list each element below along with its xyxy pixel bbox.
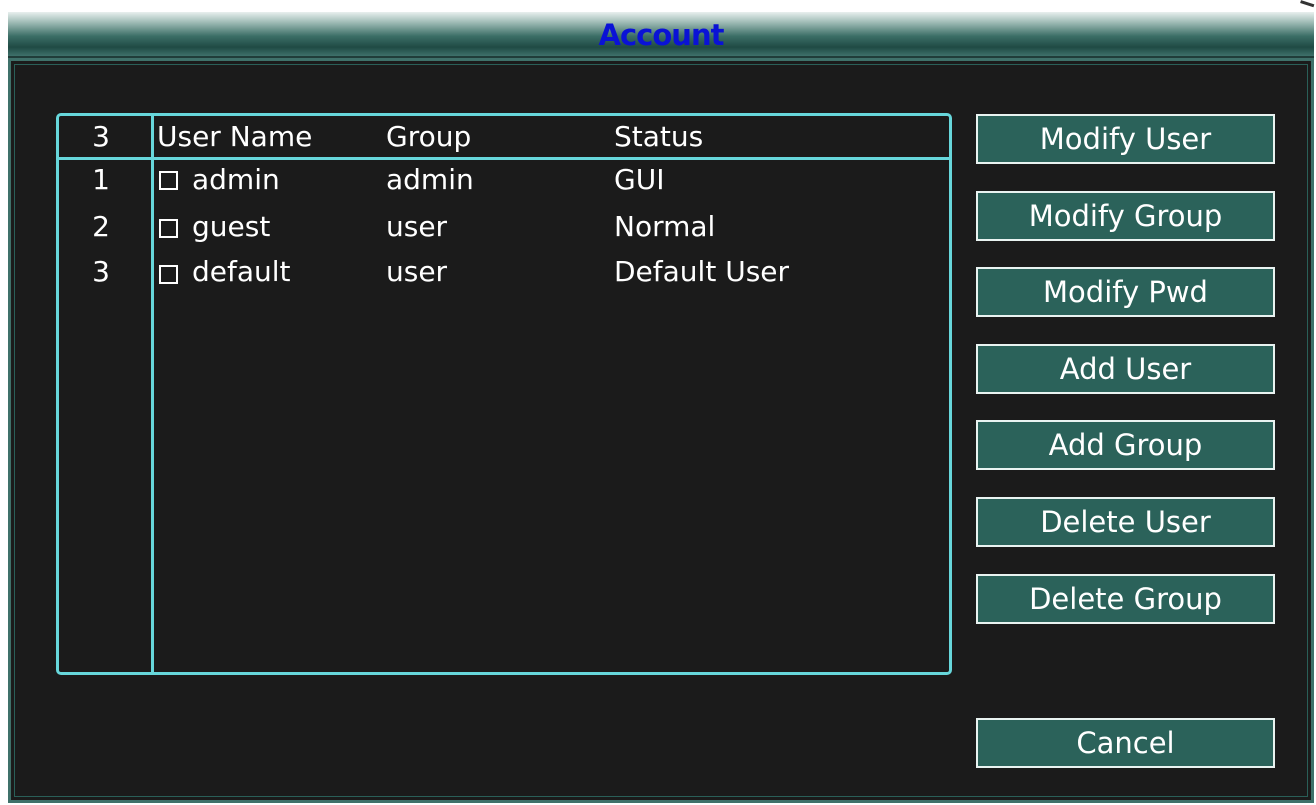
header-user-name: User Name [157,120,313,153]
header-divider [59,157,949,160]
row-user-name: default [192,255,291,288]
row-user-name: guest [192,210,271,243]
row-group: user [386,255,448,288]
modify-user-button[interactable]: Modify User [976,114,1275,164]
column-divider [151,116,154,672]
modify-group-button[interactable]: Modify Group [976,191,1275,241]
row-checkbox[interactable] [159,219,178,238]
account-dialog: Account 3 User Name Group Status 1 admin… [0,0,1316,805]
row-status: Default User [614,255,790,288]
dialog-body: 3 User Name Group Status 1 admin admin G… [8,58,1314,803]
dialog-title: Account [598,18,725,52]
header-status: Status [614,120,704,153]
modify-pwd-button[interactable]: Modify Pwd [976,267,1275,317]
add-group-button[interactable]: Add Group [976,420,1275,470]
cancel-button[interactable]: Cancel [976,718,1275,768]
user-count: 3 [92,120,110,153]
row-group: admin [386,163,474,196]
row-status: GUI [614,163,665,196]
row-checkbox[interactable] [159,171,178,190]
row-index: 1 [92,163,110,196]
row-checkbox[interactable] [159,265,178,284]
delete-group-button[interactable]: Delete Group [976,574,1275,624]
row-user-name: admin [192,163,280,196]
add-user-button[interactable]: Add User [976,344,1275,394]
user-list[interactable]: 3 User Name Group Status 1 admin admin G… [56,113,952,675]
row-index: 2 [92,210,110,243]
row-status: Normal [614,210,716,243]
delete-user-button[interactable]: Delete User [976,497,1275,547]
header-group: Group [386,120,472,153]
row-index: 3 [92,255,110,288]
row-group: user [386,210,448,243]
title-bar: Account [8,12,1314,58]
